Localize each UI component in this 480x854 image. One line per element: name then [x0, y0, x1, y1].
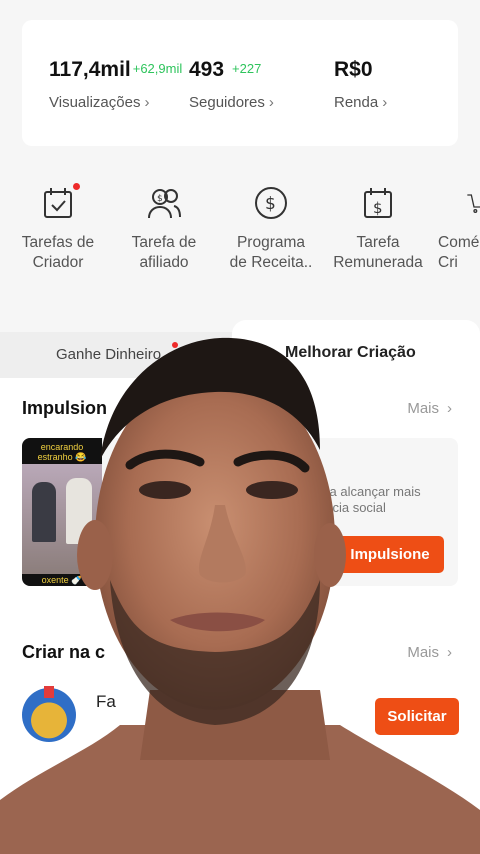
chevron-right-icon: ›	[144, 94, 150, 111]
tools-row: Tarefas de Criador $ Tarefa de afiliado …	[0, 183, 480, 285]
tool-commerce[interactable]: Comé Cri	[428, 185, 480, 273]
stat-views-delta: +62,9mil	[132, 61, 183, 76]
calendar-check-icon	[3, 183, 113, 223]
stat-views-label: Visualizações ›	[49, 94, 182, 111]
notification-dot	[73, 183, 80, 190]
stat-views-label-text: Visualizações	[49, 94, 141, 111]
tool-affiliate-task[interactable]: $ Tarefa de afiliado	[109, 185, 219, 273]
stat-followers[interactable]: 493 +227 Seguidores ›	[189, 58, 274, 111]
stat-views[interactable]: 117,4mil +62,9mil Visualizações ›	[49, 58, 182, 111]
svg-text:$: $	[373, 199, 383, 217]
svg-text:$: $	[265, 194, 276, 214]
tool-revenue-program[interactable]: $ Programa de Receita..	[216, 185, 326, 273]
cart-icon	[428, 185, 480, 223]
tool-label: Programa de Receita..	[229, 234, 313, 271]
stat-revenue[interactable]: R$0 Renda ›	[334, 58, 387, 111]
stat-revenue-label: Renda ›	[334, 94, 387, 111]
chevron-right-icon: ›	[382, 94, 388, 111]
tool-creator-tasks[interactable]: Tarefas de Criador	[3, 183, 113, 273]
stat-followers-label-text: Seguidores	[189, 94, 265, 111]
svg-text:$: $	[157, 194, 163, 204]
stat-revenue-label-text: Renda	[334, 94, 379, 111]
stat-views-value: 117,4mil	[49, 58, 131, 81]
tool-label: Tarefas de Criador	[21, 234, 95, 271]
person-face-image	[0, 337, 480, 854]
people-dollar-icon: $	[109, 185, 219, 223]
dollar-circle-icon: $	[216, 185, 326, 223]
tool-label: Comé Cri	[438, 234, 480, 271]
stat-followers-delta: +227	[232, 61, 262, 76]
tool-label: Tarefa de afiliado	[131, 234, 197, 271]
stat-followers-value: 493	[189, 58, 225, 81]
tool-paid-task[interactable]: $ Tarefa Remunerada	[323, 185, 433, 273]
tool-label: Tarefa Remunerada	[333, 234, 423, 271]
stat-followers-label: Seguidores ›	[189, 94, 274, 111]
stats-card: 117,4mil +62,9mil Visualizações › 493 +227 …	[22, 20, 458, 146]
calendar-dollar-icon: $	[323, 185, 433, 223]
stat-revenue-value: R$0	[334, 58, 373, 81]
chevron-right-icon: ›	[268, 94, 274, 111]
camera-overlay	[0, 330, 480, 854]
